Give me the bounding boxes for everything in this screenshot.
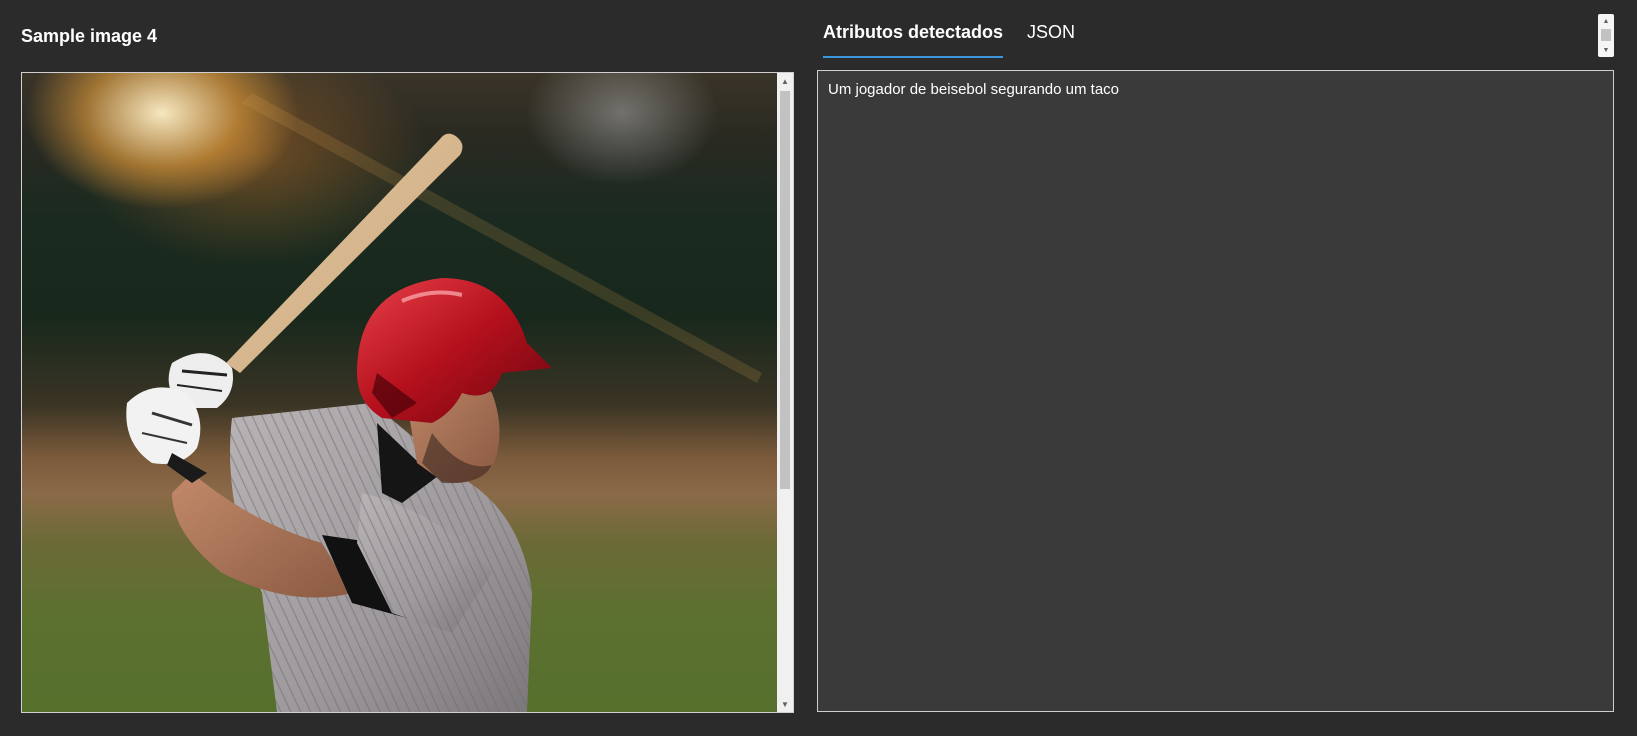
scroll-down-icon[interactable]: ▼ bbox=[1598, 44, 1614, 56]
tab-json[interactable]: JSON bbox=[1027, 22, 1075, 58]
scroll-down-icon[interactable]: ▼ bbox=[777, 696, 793, 712]
sample-image-frame: ▲ ▼ bbox=[21, 72, 794, 713]
scrollbar-thumb[interactable] bbox=[780, 91, 790, 489]
sample-image-title: Sample image 4 bbox=[21, 26, 158, 46]
results-panel: Um jogador de beisebol segurando um taco bbox=[817, 70, 1614, 712]
caption-text: Um jogador de beisebol segurando um taco bbox=[828, 81, 1120, 98]
result-tabs: Atributos detectados JSON bbox=[823, 22, 1099, 58]
baseball-player-illustration bbox=[126, 93, 762, 712]
app-root: Sample image 4 ▲ ▼ Atributos detectados … bbox=[0, 0, 1637, 736]
tab-scrollbar[interactable]: ▲ ▼ bbox=[1598, 14, 1614, 57]
image-vertical-scrollbar[interactable]: ▲ ▼ bbox=[777, 73, 793, 712]
scroll-up-icon[interactable]: ▲ bbox=[1598, 15, 1614, 27]
scrollbar-thumb[interactable] bbox=[1601, 29, 1611, 41]
sample-image bbox=[22, 73, 777, 712]
scroll-up-icon[interactable]: ▲ bbox=[777, 73, 793, 89]
tab-detected-attributes[interactable]: Atributos detectados bbox=[823, 22, 1004, 58]
